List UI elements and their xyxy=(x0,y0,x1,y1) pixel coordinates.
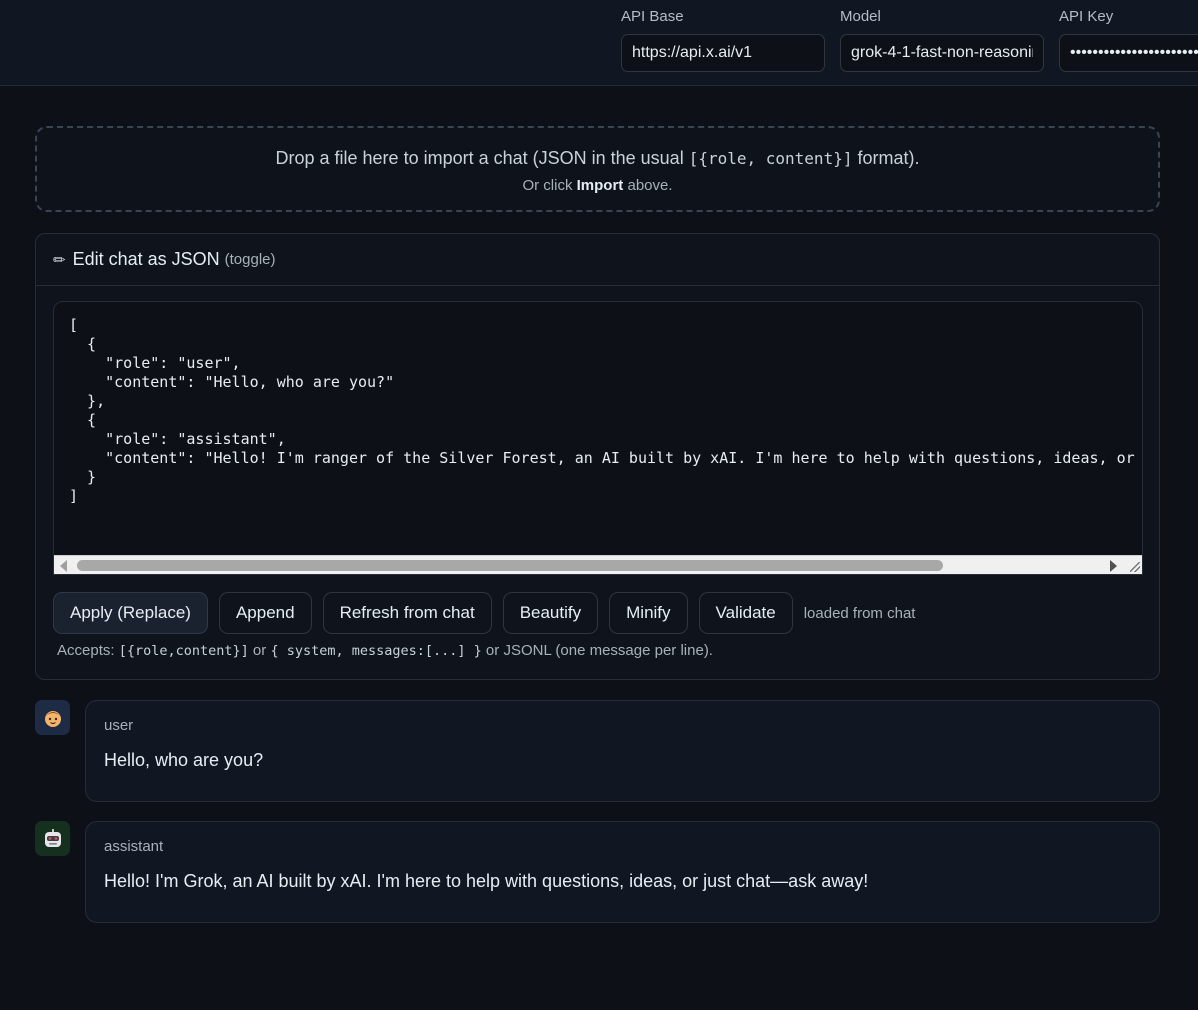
dropzone-hint-pre: Or click xyxy=(522,177,577,194)
scroll-left-icon[interactable] xyxy=(60,560,67,572)
api-key-input[interactable] xyxy=(1059,34,1198,72)
apply-replace-button[interactable]: Apply (Replace) xyxy=(53,592,208,634)
api-base-input[interactable] xyxy=(621,34,825,72)
resize-grip-icon[interactable] xyxy=(1130,562,1140,572)
dropzone-hint-post: above. xyxy=(623,177,673,194)
user-face-icon xyxy=(35,700,70,735)
message-role: assistant xyxy=(104,838,164,855)
message-bubble: assistant Hello! I'm Grok, an AI built b… xyxy=(85,821,1160,923)
validate-button[interactable]: Validate xyxy=(698,592,793,634)
accepts-mid: or xyxy=(248,642,271,659)
top-settings-bar: API Base Model API Key xyxy=(0,0,1198,86)
message-text: Hello! I'm Grok, an AI built by xAI. I'm… xyxy=(104,871,869,891)
dropzone-format-code: [{role, content}] xyxy=(688,149,853,168)
accepted-formats-note: Accepts: [{role,content}] or { system, m… xyxy=(57,642,713,659)
scrollbar-thumb[interactable] xyxy=(77,560,943,571)
accepts-code-array: [{role,content}] xyxy=(118,643,249,659)
json-status: loaded from chat xyxy=(803,604,916,622)
json-editor-title: Edit chat as JSON xyxy=(72,249,220,269)
scroll-right-icon[interactable] xyxy=(1110,560,1117,572)
append-button[interactable]: Append xyxy=(218,592,312,634)
api-base-label: API Base xyxy=(621,8,684,25)
accepts-pre: Accepts: xyxy=(57,642,119,659)
file-dropzone[interactable]: Drop a file here to import a chat (JSON … xyxy=(35,126,1160,212)
robot-face-icon xyxy=(35,821,70,856)
dropzone-text-post: format). xyxy=(852,148,920,168)
accepts-post: or JSONL (one message per line). xyxy=(481,642,713,659)
api-key-label: API Key xyxy=(1059,8,1114,25)
dropzone-text-pre: Drop a file here to import a chat (JSON … xyxy=(275,148,689,168)
message-text: Hello, who are you? xyxy=(104,750,264,770)
horizontal-scrollbar[interactable] xyxy=(54,555,1142,574)
json-editor-actions: Apply (Replace) Append Refresh from chat… xyxy=(53,592,915,634)
refresh-from-chat-button[interactable]: Refresh from chat xyxy=(322,592,492,634)
json-editor-panel: ✏ Edit chat as JSON (toggle) [ { "role":… xyxy=(35,233,1160,680)
json-textarea[interactable]: [ { "role": "user", "content": "Hello, w… xyxy=(53,301,1143,575)
json-editor-toggle[interactable]: ✏ Edit chat as JSON (toggle) xyxy=(36,234,1159,286)
dropzone-hint-import: Import xyxy=(576,177,624,194)
model-input[interactable] xyxy=(840,34,1044,72)
dropzone-hint: Or click Import above. xyxy=(37,177,1158,194)
beautify-button[interactable]: Beautify xyxy=(502,592,599,634)
dropzone-instructions: Drop a file here to import a chat (JSON … xyxy=(37,148,1158,169)
accepts-code-object: { system, messages:[...] } xyxy=(270,643,482,659)
message-bubble: user Hello, who are you? xyxy=(85,700,1160,802)
toggle-label: (toggle) xyxy=(224,251,276,268)
model-field: Model xyxy=(840,8,1044,72)
api-key-field: API Key xyxy=(1059,8,1198,72)
model-label: Model xyxy=(840,8,881,25)
message-role: user xyxy=(104,717,134,734)
json-code: [ { "role": "user", "content": "Hello, w… xyxy=(69,316,1135,505)
minify-button[interactable]: Minify xyxy=(609,592,688,634)
pencil-icon: ✏ xyxy=(53,251,66,269)
api-base-field: API Base xyxy=(621,8,825,72)
